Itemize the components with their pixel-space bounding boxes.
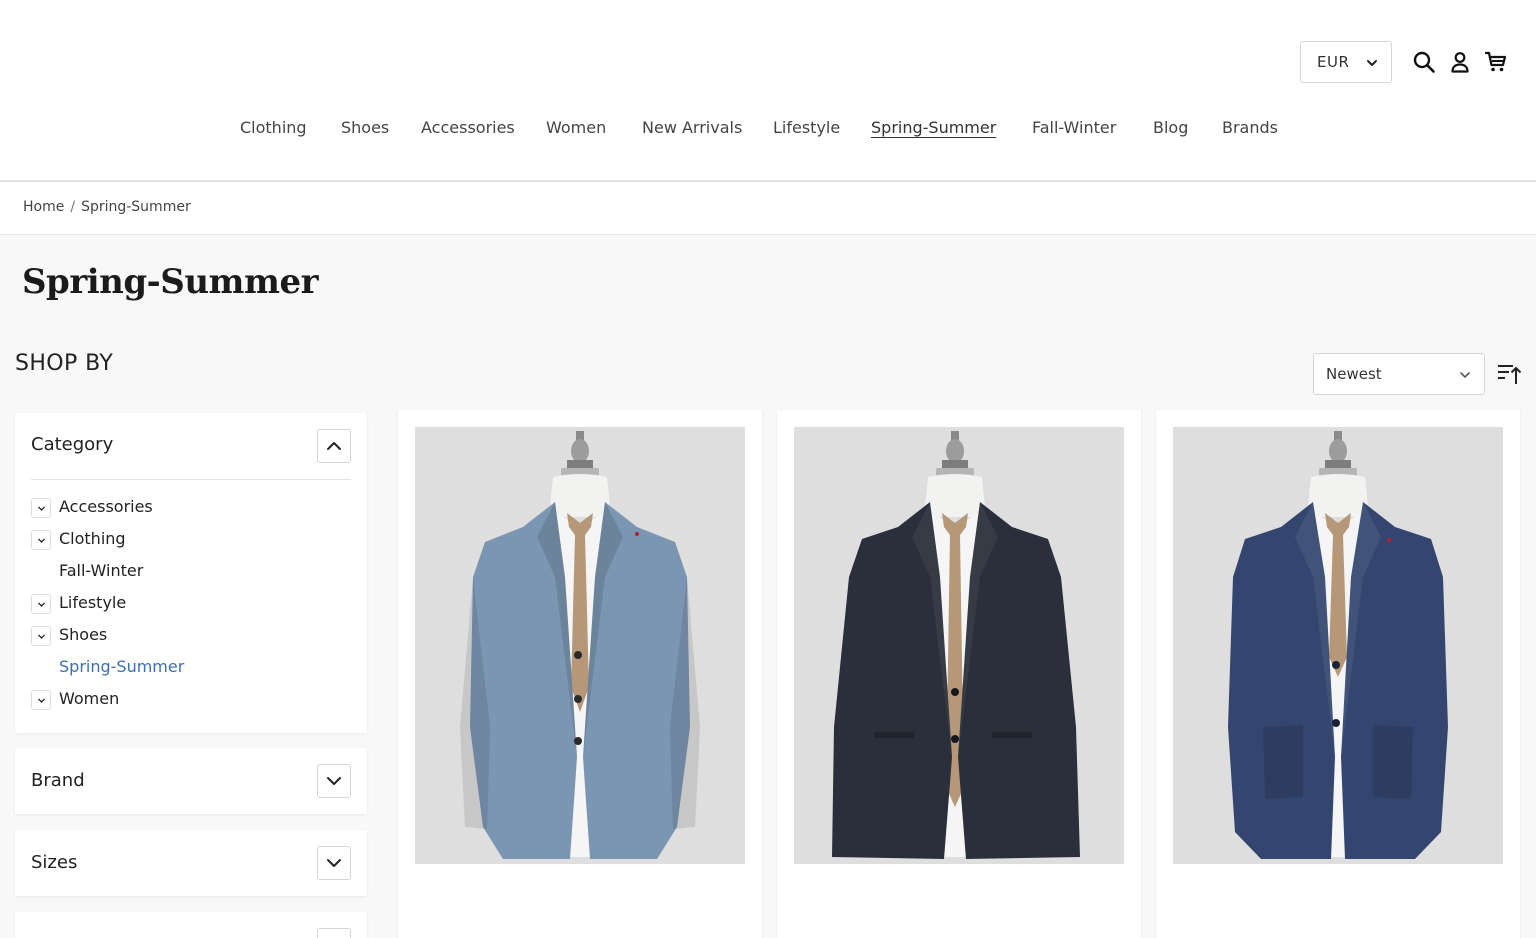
chevron-down-icon (38, 506, 45, 511)
category-item-label[interactable]: Shoes (59, 625, 107, 644)
nav-item-clothing[interactable]: Clothing (240, 118, 307, 137)
category-item-label[interactable]: Women (59, 689, 119, 708)
chevron-down-icon (38, 538, 45, 543)
filter-panel (15, 912, 367, 938)
expand-button[interactable] (31, 690, 51, 710)
nav-item-women[interactable]: Women (546, 118, 606, 137)
category-item-accessories[interactable]: Accessories (31, 496, 331, 518)
category-item-shoes[interactable]: Shoes (31, 624, 331, 646)
expand-button[interactable] (31, 498, 51, 518)
product-image[interactable] (1173, 427, 1503, 864)
account-icon[interactable] (1448, 50, 1472, 74)
nav-item-fall-winter[interactable]: Fall-Winter (1032, 118, 1116, 137)
brand-filter-panel: Brand (15, 748, 367, 814)
nav-item-shoes[interactable]: Shoes (341, 118, 389, 137)
chevron-down-icon (38, 634, 45, 639)
category-item-label[interactable]: Spring-Summer (59, 657, 184, 676)
expand-button[interactable] (31, 594, 51, 614)
product-card[interactable] (1156, 410, 1520, 938)
sizes-filter-title[interactable]: Sizes (31, 852, 77, 873)
chevron-down-icon (327, 777, 341, 785)
product-image[interactable] (415, 427, 745, 864)
sort-select[interactable]: Newest (1313, 353, 1485, 395)
site-header: EUR Clothing Shoes Accessories Women New… (0, 0, 1536, 182)
chevron-up-icon (327, 442, 341, 450)
sizes-filter-panel: Sizes (15, 830, 367, 896)
sizes-expand-button[interactable] (317, 846, 351, 880)
category-filter-panel: Category Accessories Clothing Fall-Winte… (15, 413, 367, 733)
product-card[interactable] (777, 410, 1141, 938)
nav-item-blog[interactable]: Blog (1153, 118, 1188, 137)
currency-value: EUR (1317, 53, 1350, 71)
category-item-lifestyle[interactable]: Lifestyle (31, 592, 331, 614)
nav-item-accessories[interactable]: Accessories (421, 118, 515, 137)
category-collapse-button[interactable] (317, 429, 351, 463)
blazer-illustration (1228, 431, 1448, 859)
chevron-down-icon (1367, 60, 1377, 66)
category-item-label[interactable]: Fall-Winter (59, 561, 143, 580)
currency-selector[interactable]: EUR (1300, 41, 1392, 83)
breadcrumb-current: Spring-Summer (81, 199, 191, 215)
breadcrumb-bar: Home / Spring-Summer (0, 182, 1536, 235)
page-title: Spring-Summer (22, 262, 319, 302)
nav-item-spring-summer[interactable]: Spring-Summer (871, 118, 996, 137)
brand-filter-title[interactable]: Brand (31, 770, 85, 791)
breadcrumb: Home / Spring-Summer (23, 199, 191, 215)
nav-item-brands[interactable]: Brands (1222, 118, 1278, 137)
search-icon[interactable] (1412, 50, 1436, 74)
chevron-down-icon (38, 602, 45, 607)
breadcrumb-home[interactable]: Home (23, 199, 64, 215)
category-item-label[interactable]: Lifestyle (59, 593, 126, 612)
category-item-label[interactable]: Accessories (59, 497, 153, 516)
sort-value: Newest (1326, 365, 1382, 383)
divider (31, 479, 351, 480)
cart-icon[interactable] (1484, 50, 1508, 74)
expand-button[interactable] (31, 530, 51, 550)
chevron-down-icon (1460, 372, 1470, 378)
chevron-down-icon (327, 859, 341, 867)
category-item-women[interactable]: Women (31, 688, 331, 710)
product-image[interactable] (794, 427, 1124, 864)
sort-direction-icon[interactable] (1496, 362, 1522, 386)
breadcrumb-separator: / (70, 199, 76, 215)
category-item-label[interactable]: Clothing (59, 529, 126, 548)
nav-item-new-arrivals[interactable]: New Arrivals (642, 118, 742, 137)
product-card[interactable] (398, 410, 762, 938)
category-item-fall-winter[interactable]: Fall-Winter (31, 560, 331, 582)
category-item-spring-summer[interactable]: Spring-Summer (31, 656, 331, 678)
blazer-illustration (832, 431, 1080, 859)
expand-button[interactable] (317, 928, 351, 938)
brand-expand-button[interactable] (317, 764, 351, 798)
nav-item-lifestyle[interactable]: Lifestyle (773, 118, 840, 137)
chevron-down-icon (38, 698, 45, 703)
category-filter-title[interactable]: Category (31, 434, 113, 455)
blazer-illustration (460, 431, 700, 859)
expand-button[interactable] (31, 626, 51, 646)
category-item-clothing[interactable]: Clothing (31, 528, 331, 550)
shop-by-heading: SHOP BY (15, 351, 114, 376)
main-nav: Clothing Shoes Accessories Women New Arr… (0, 118, 1536, 146)
